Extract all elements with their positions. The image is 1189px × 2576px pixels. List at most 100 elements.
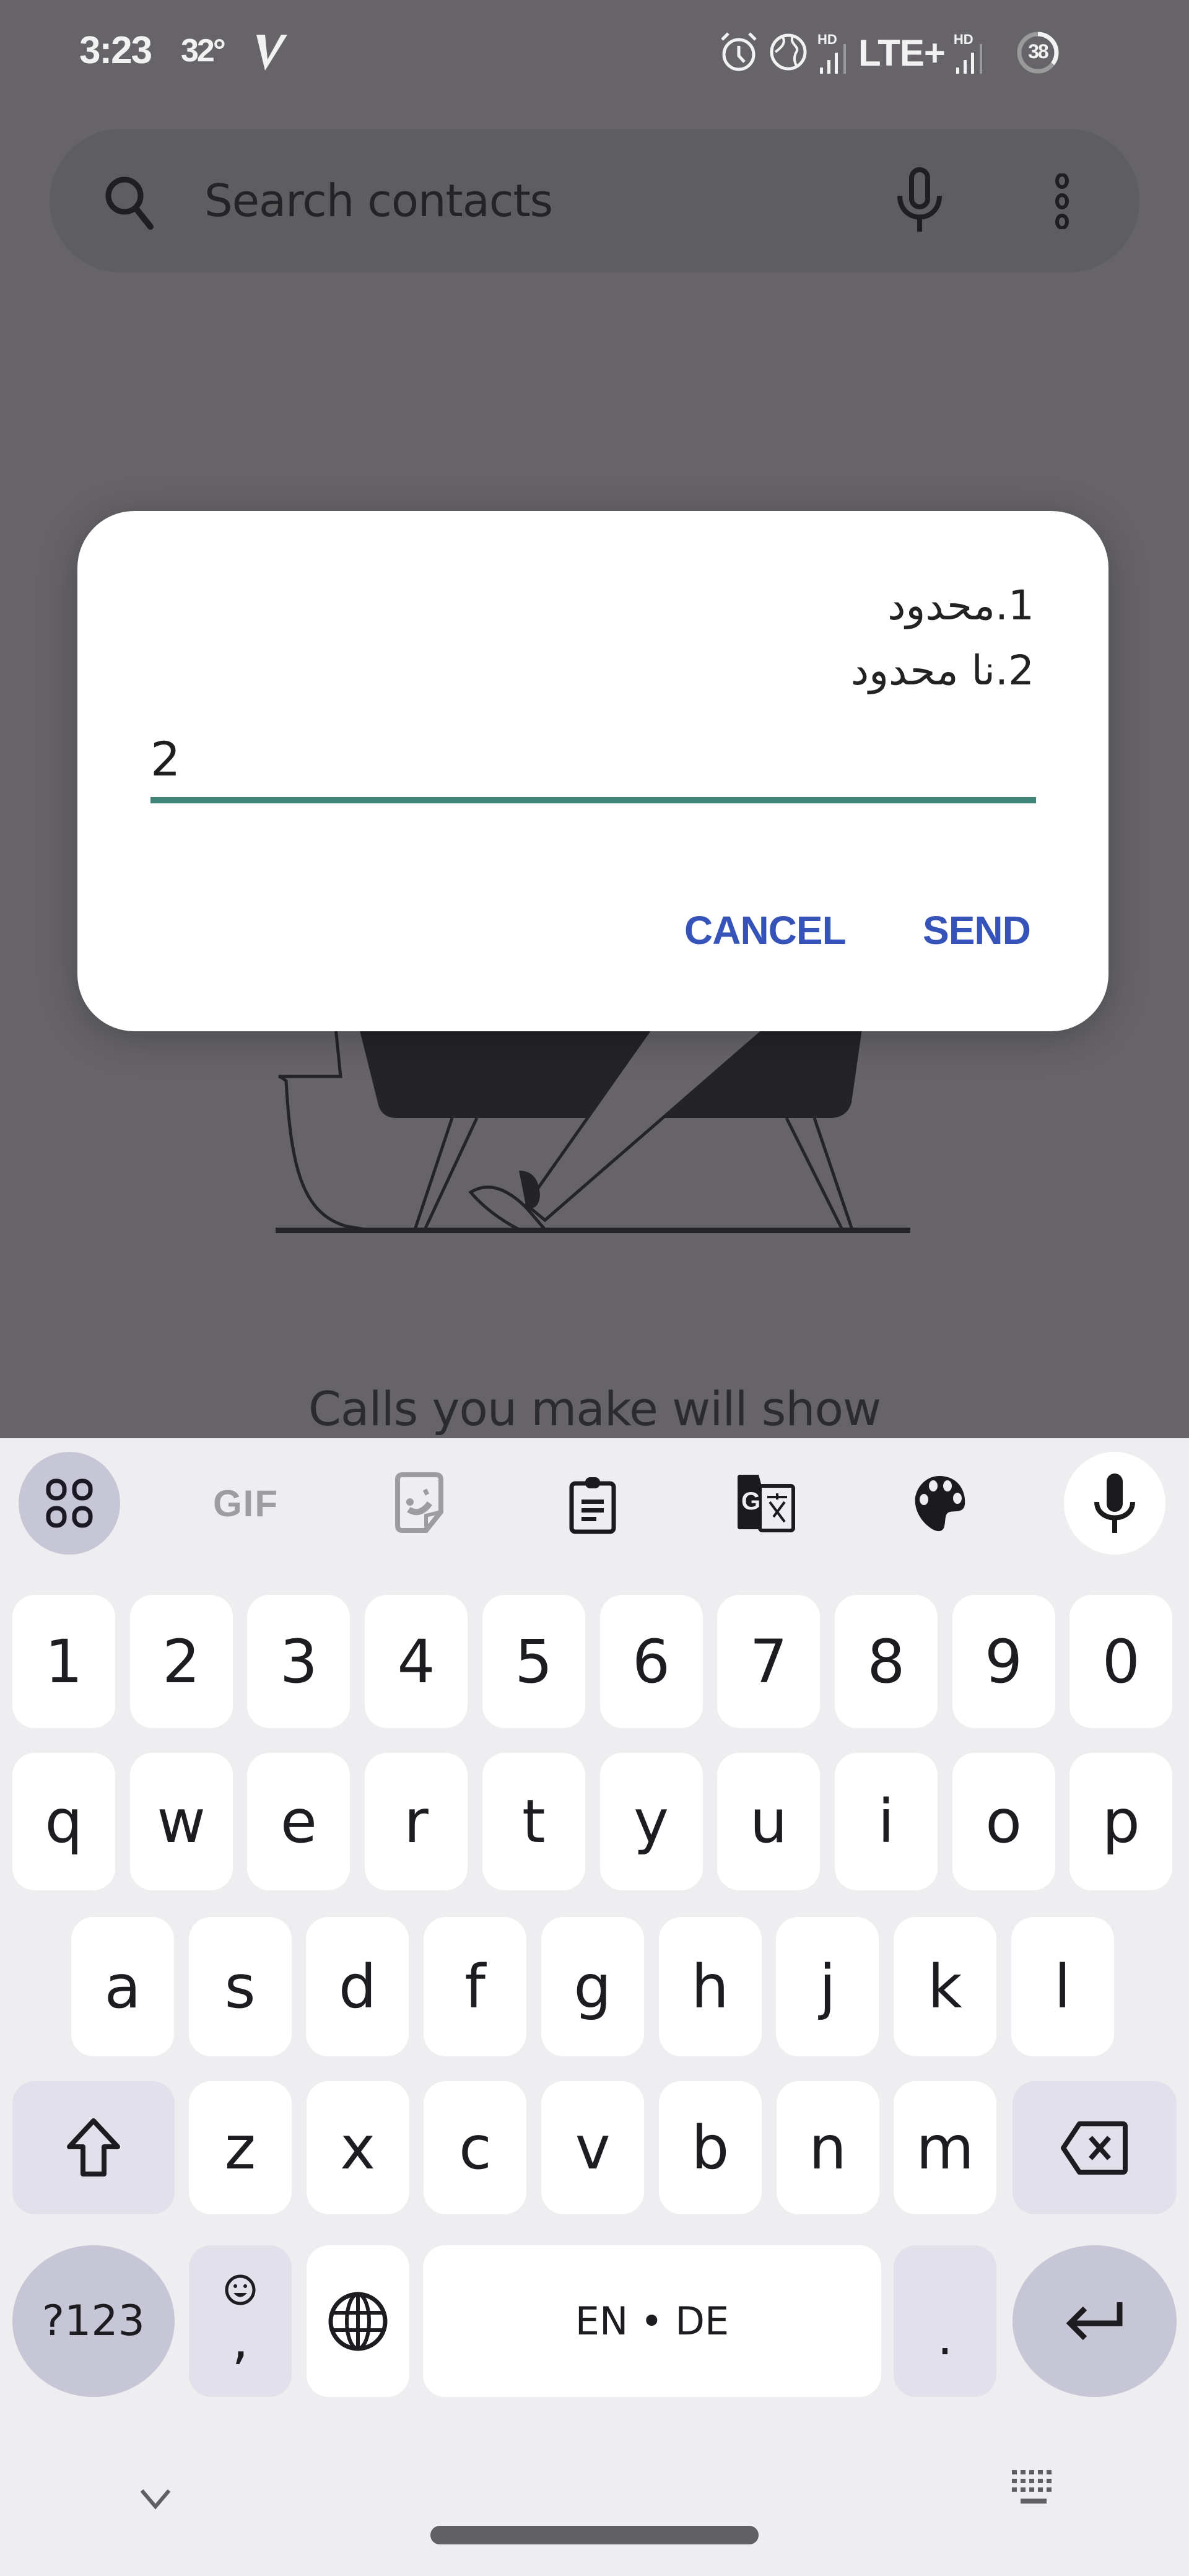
- key-a[interactable]: a: [71, 1917, 174, 2056]
- input-underline: [150, 797, 1036, 803]
- dialog-option-1: 1.محدود: [887, 582, 1034, 629]
- enter-key[interactable]: [1013, 2245, 1177, 2397]
- key-2[interactable]: 2: [129, 1595, 233, 1728]
- key-label: w: [157, 1787, 206, 1856]
- signal-icon: HD: [817, 28, 850, 77]
- dialog-text-input[interactable]: [150, 718, 1036, 799]
- translate-button[interactable]: G: [715, 1452, 817, 1555]
- language-key[interactable]: [307, 2245, 409, 2397]
- key-0[interactable]: 0: [1069, 1595, 1173, 1728]
- chevron-down-icon[interactable]: [139, 2488, 172, 2513]
- key-3[interactable]: 3: [247, 1595, 351, 1728]
- sticker-icon: [395, 1472, 443, 1533]
- key-label: u: [749, 1787, 788, 1856]
- key-label: z: [224, 2113, 256, 2183]
- cancel-button[interactable]: CANCEL: [684, 907, 847, 953]
- key-r[interactable]: r: [365, 1753, 468, 1890]
- key-label: x: [340, 2113, 376, 2183]
- mic-icon[interactable]: [895, 167, 944, 238]
- empty-state-illustration: [276, 1016, 910, 1233]
- emoji-icon: [225, 2274, 256, 2305]
- illustration-line: [279, 1075, 366, 1231]
- v-logo-icon: [254, 32, 289, 74]
- translate-icon: G: [738, 1475, 795, 1532]
- gif-button[interactable]: GIF: [195, 1452, 297, 1555]
- key-label: 5: [515, 1626, 553, 1696]
- key-label: c: [459, 2113, 492, 2183]
- search-icon[interactable]: [102, 173, 158, 235]
- key-label: n: [809, 2113, 847, 2183]
- key-label: o: [985, 1787, 1022, 1856]
- symbols-key[interactable]: ?123: [12, 2245, 175, 2397]
- key-4[interactable]: 4: [365, 1595, 468, 1728]
- key-t[interactable]: t: [482, 1753, 585, 1890]
- key-5[interactable]: 5: [482, 1595, 585, 1728]
- sticker-button[interactable]: [368, 1452, 470, 1555]
- key-z[interactable]: z: [189, 2081, 292, 2214]
- keyboard: GIF G ?123 , EN • DE . 1 2 3 4 5 6 7 8 9…: [0, 1438, 1189, 2576]
- shift-icon: [67, 2118, 120, 2177]
- key-label: l: [1054, 1952, 1071, 2022]
- clipboard-button[interactable]: [542, 1452, 643, 1555]
- key-b[interactable]: b: [658, 2081, 762, 2214]
- keyboard-icon[interactable]: [1009, 2466, 1059, 2518]
- key-6[interactable]: 6: [599, 1595, 703, 1728]
- shift-key[interactable]: [12, 2081, 175, 2214]
- key-label: g: [573, 1952, 612, 2022]
- key-label: d: [338, 1952, 377, 2022]
- key-k[interactable]: k: [893, 1917, 996, 2056]
- apps-grid-button[interactable]: [19, 1452, 120, 1555]
- key-label: k: [928, 1952, 962, 2022]
- key-label: f: [464, 1952, 486, 2022]
- key-w[interactable]: w: [129, 1753, 233, 1890]
- key-c[interactable]: c: [424, 2081, 527, 2214]
- key-v[interactable]: v: [541, 2081, 645, 2214]
- key-s[interactable]: s: [188, 1917, 292, 2056]
- search-input[interactable]: Search contacts: [204, 175, 553, 227]
- key-9[interactable]: 9: [952, 1595, 1055, 1728]
- key-label: 4: [397, 1626, 435, 1696]
- key-m[interactable]: m: [894, 2081, 997, 2214]
- mic-icon: [1094, 1474, 1135, 1533]
- key-j[interactable]: j: [776, 1917, 879, 2056]
- key-label: 6: [632, 1626, 671, 1696]
- key-label: i: [878, 1787, 895, 1856]
- key-h[interactable]: h: [658, 1917, 762, 2056]
- key-1[interactable]: 1: [12, 1595, 115, 1728]
- key-g[interactable]: g: [541, 1917, 644, 2056]
- voice-input-button[interactable]: [1064, 1452, 1165, 1555]
- send-button[interactable]: SEND: [923, 907, 1031, 953]
- key-x[interactable]: x: [306, 2081, 409, 2214]
- status-bar: 3:23 32° HD LTE+ HD 38: [0, 0, 1189, 105]
- battery-ring-icon: 38: [1013, 28, 1063, 77]
- battery-percent: 38: [1028, 40, 1049, 63]
- space-label: EN • DE: [575, 2299, 730, 2344]
- key-f[interactable]: f: [424, 1917, 527, 2056]
- globe-icon: [768, 30, 809, 76]
- key-n[interactable]: n: [776, 2081, 879, 2214]
- period-key[interactable]: .: [894, 2245, 996, 2397]
- comma-emoji-key[interactable]: ,: [189, 2245, 292, 2397]
- key-label: e: [280, 1787, 317, 1856]
- home-indicator[interactable]: [430, 2526, 759, 2544]
- signal-icon: HD: [954, 28, 986, 77]
- key-l[interactable]: l: [1011, 1917, 1114, 2056]
- backspace-key[interactable]: [1013, 2081, 1177, 2214]
- key-8[interactable]: 8: [834, 1595, 938, 1728]
- space-key[interactable]: EN • DE: [423, 2245, 881, 2397]
- apps-grid-icon: [46, 1478, 93, 1528]
- key-u[interactable]: u: [717, 1753, 821, 1890]
- key-e[interactable]: e: [247, 1753, 351, 1890]
- key-p[interactable]: p: [1069, 1753, 1173, 1890]
- more-vert-icon[interactable]: [1053, 173, 1071, 232]
- key-label: 9: [985, 1626, 1023, 1696]
- key-7[interactable]: 7: [717, 1595, 821, 1728]
- key-d[interactable]: d: [306, 1917, 409, 2056]
- key-label: r: [404, 1787, 429, 1856]
- key-o[interactable]: o: [952, 1753, 1055, 1890]
- key-q[interactable]: q: [12, 1753, 115, 1890]
- key-y[interactable]: y: [599, 1753, 703, 1890]
- theme-button[interactable]: [889, 1452, 990, 1555]
- key-i[interactable]: i: [834, 1753, 938, 1890]
- key-label: 8: [867, 1626, 905, 1696]
